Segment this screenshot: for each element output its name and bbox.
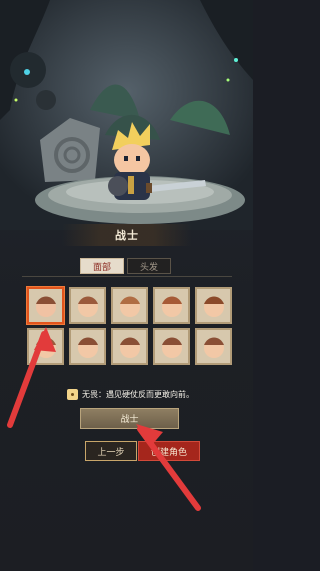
face-option-3[interactable] — [111, 287, 148, 324]
tab-divider — [22, 276, 232, 277]
face-option-1[interactable] — [27, 287, 64, 324]
face-portrait-icon — [161, 296, 182, 317]
face-portrait-icon — [203, 337, 224, 358]
face-portrait-icon — [119, 337, 140, 358]
face-option-2[interactable] — [69, 287, 106, 324]
face-portrait-icon — [35, 296, 56, 317]
face-portrait-icon — [35, 337, 56, 358]
class-select-button[interactable]: 战士 — [80, 408, 179, 429]
face-portrait-icon — [119, 296, 140, 317]
face-portrait-icon — [77, 296, 98, 317]
face-portrait-icon — [77, 337, 98, 358]
face-option-4[interactable] — [153, 287, 190, 324]
class-title-banner: 战士 — [62, 224, 192, 246]
tab-face[interactable]: 面部 — [80, 258, 124, 274]
previous-step-button[interactable]: 上一步 — [85, 441, 137, 461]
face-option-8[interactable] — [111, 328, 148, 365]
face-option-10[interactable] — [195, 328, 232, 365]
trait-name: 无畏： — [82, 390, 106, 399]
class-title: 战士 — [115, 229, 139, 242]
face-option-6[interactable] — [27, 328, 64, 365]
trait-description: 遇见硬仗反而更敢向前。 — [106, 390, 194, 399]
face-option-9[interactable] — [153, 328, 190, 365]
forest-scene-illustration — [0, 0, 253, 230]
dice-icon[interactable] — [67, 389, 78, 400]
face-option-5[interactable] — [195, 287, 232, 324]
face-option-7[interactable] — [69, 328, 106, 365]
character-creation-screen: 战士 面部 头发 无畏： 遇见硬仗反而更敢向前。 战士 上一步 创建角色 — [0, 0, 253, 571]
tab-hair[interactable]: 头发 — [127, 258, 171, 274]
face-portrait-icon — [203, 296, 224, 317]
create-character-button[interactable]: 创建角色 — [138, 441, 200, 461]
face-portrait-icon — [161, 337, 182, 358]
